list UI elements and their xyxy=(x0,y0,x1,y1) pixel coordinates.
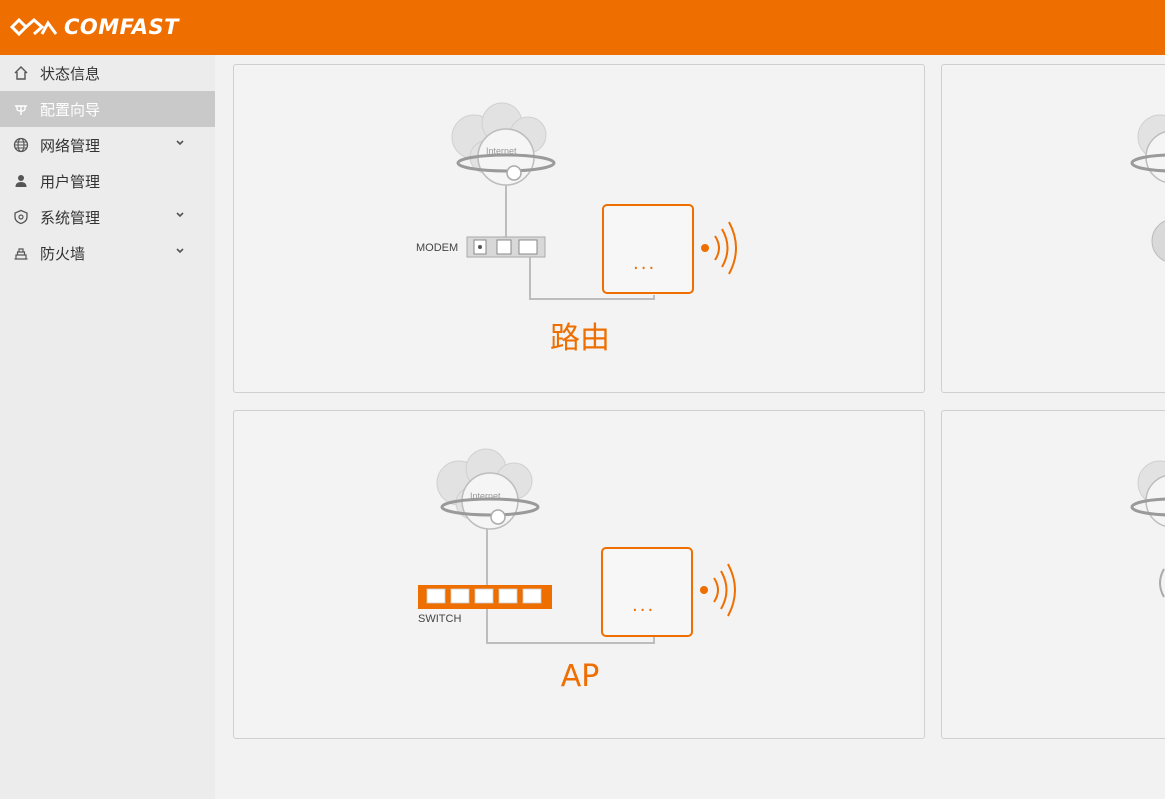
chevron-down-icon xyxy=(176,140,184,146)
mode-card-router[interactable]: Internet MODEM ... 路由 xyxy=(233,64,925,393)
sidebar-item-status[interactable]: 状态信息 xyxy=(0,55,215,91)
sidebar: 状态信息 配置向导 网络管理 用户管理 系统管理 防火墙 xyxy=(0,55,215,799)
mode-card-ap[interactable]: Internet SWITCH ... AP xyxy=(233,410,925,739)
chevron-down-icon xyxy=(176,212,184,218)
comfast-logo-icon xyxy=(10,17,58,37)
wifi-signal-icon xyxy=(700,563,736,617)
sidebar-item-label: 网络管理 xyxy=(40,136,101,155)
sidebar-item-label: 用户管理 xyxy=(40,172,101,191)
mode-title: 路由 xyxy=(550,321,610,356)
chevron-down-icon xyxy=(176,248,184,254)
main-content: Internet MODEM ... 路由 Internet SWITCH ..… xyxy=(215,55,1165,799)
sidebar-item-users[interactable]: 用户管理 xyxy=(0,163,215,199)
brand-logo[interactable]: COMFAST xyxy=(10,12,179,42)
sidebar-item-label: 系统管理 xyxy=(40,208,101,227)
brand-name: COMFAST xyxy=(64,15,180,39)
device-dots: ... xyxy=(632,595,656,616)
access-point-device-icon xyxy=(601,547,693,637)
sidebar-item-system[interactable]: 系统管理 xyxy=(0,199,215,235)
wizard-icon xyxy=(12,100,30,118)
mode-card-partial-top[interactable] xyxy=(941,64,1165,393)
sidebar-item-firewall[interactable]: 防火墙 xyxy=(0,235,215,271)
switch-label: SWITCH xyxy=(418,613,462,625)
device-dots: ... xyxy=(633,253,657,274)
sidebar-item-label: 状态信息 xyxy=(40,64,101,83)
mode-card-partial-bottom[interactable] xyxy=(941,410,1165,739)
globe-icon xyxy=(12,136,30,154)
internet-label: Internet xyxy=(470,491,501,501)
firewall-icon xyxy=(12,244,30,262)
sidebar-item-label: 配置向导 xyxy=(40,100,101,119)
sidebar-item-wizard[interactable]: 配置向导 xyxy=(0,91,215,127)
wifi-signal-icon xyxy=(701,221,737,275)
sidebar-item-network[interactable]: 网络管理 xyxy=(0,127,215,163)
top-bar: COMFAST xyxy=(0,0,1165,55)
sidebar-item-label: 防火墙 xyxy=(40,244,86,263)
mode-title: AP xyxy=(560,659,600,694)
access-point-device-icon xyxy=(602,204,694,294)
internet-label: Internet xyxy=(486,146,517,156)
shield-icon xyxy=(12,208,30,226)
user-icon xyxy=(12,172,30,190)
home-icon xyxy=(12,64,30,82)
modem-label: MODEM xyxy=(416,242,459,254)
